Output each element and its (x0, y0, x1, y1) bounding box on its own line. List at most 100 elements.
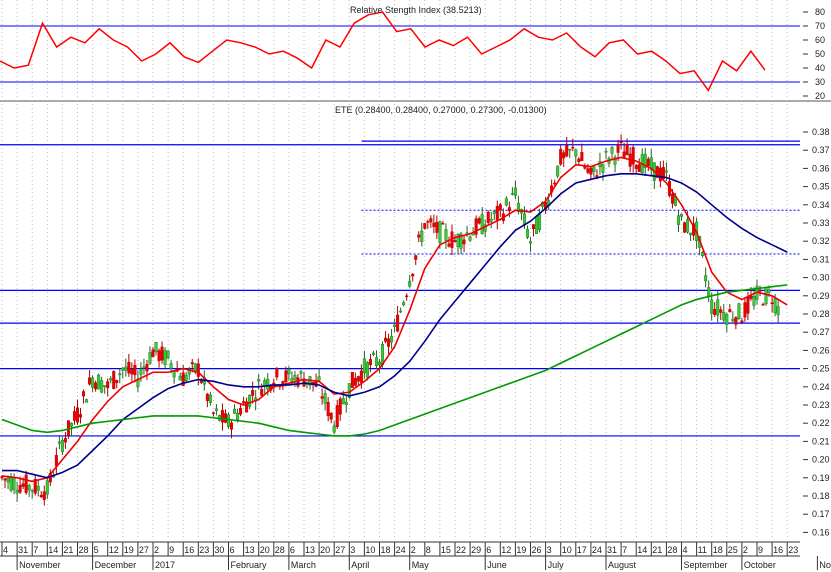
x-tick-label: 21 (63, 545, 73, 555)
candle-up (60, 440, 64, 452)
month-label: May (412, 560, 430, 570)
x-tick-label: 14 (48, 545, 58, 555)
x-tick-label: 19 (124, 545, 134, 555)
candle-up (525, 229, 529, 238)
candle-down (296, 377, 300, 387)
candle-down (532, 224, 536, 230)
candle-down (486, 211, 490, 223)
candle-down (75, 407, 79, 423)
candle-down (758, 289, 762, 292)
candle-down (429, 218, 433, 223)
candle-down (498, 204, 502, 211)
candle-up (510, 193, 514, 195)
candle-up (208, 394, 212, 403)
x-tick-label: 6 (486, 545, 491, 555)
price-tick-label: 0.20 (812, 455, 830, 465)
rsi-tick-label: 30 (815, 77, 825, 87)
candle-down (646, 158, 650, 166)
x-tick-label: 13 (305, 545, 315, 555)
candle-down (761, 304, 765, 306)
x-tick-label: 28 (275, 545, 285, 555)
x-tick-label: 29 (471, 545, 481, 555)
candle-down (205, 393, 209, 401)
price-tick-label: 0.23 (812, 400, 830, 410)
candle-up (689, 232, 693, 236)
chart-canvas: 4 31 7 14 21 28 5 12 19 27 2 9 16 23 30 6 13 20 28 6 13 20 27 3… (0, 0, 831, 570)
x-tick-label: 2 (411, 545, 416, 555)
candle-down (734, 317, 738, 325)
candle-up (166, 350, 170, 359)
x-tick-label: 17 (577, 545, 587, 555)
candle-down (72, 411, 76, 421)
x-tick-label: 30 (214, 545, 224, 555)
x-tick-label: 7 (622, 545, 627, 555)
candle-down (329, 412, 333, 420)
candle-down (447, 243, 451, 247)
candle-down (63, 438, 67, 443)
candle-up (124, 366, 128, 371)
candle-down (577, 158, 581, 162)
candle-up (378, 361, 382, 366)
candle-up (154, 341, 158, 353)
candle-up (248, 394, 252, 407)
candle-down (580, 152, 584, 162)
x-tick-label: 18 (381, 545, 391, 555)
x-tick-label: 26 (532, 545, 542, 555)
month-label: 2017 (155, 560, 175, 570)
candle-up (592, 166, 596, 172)
candle-down (211, 412, 215, 414)
candle-down (338, 398, 342, 415)
candle-down (637, 164, 641, 172)
candle-down (145, 363, 149, 372)
price-tick-label: 0.34 (812, 200, 830, 210)
candle-down (571, 146, 575, 149)
candle-up (444, 229, 448, 241)
candle-down (190, 362, 194, 364)
x-tick-label: 2 (743, 545, 748, 555)
candle-down (115, 379, 119, 383)
x-tick-label: 27 (335, 545, 345, 555)
candle-down (616, 144, 620, 153)
candle-down (423, 223, 427, 229)
candle-up (148, 352, 152, 364)
candle-up (504, 198, 508, 206)
candle-down (625, 144, 629, 155)
price-tick-label: 0.25 (812, 364, 830, 374)
rsi-tick-label: 40 (815, 63, 825, 73)
x-tick-label: 12 (109, 545, 119, 555)
candle-down (3, 478, 7, 481)
candle-up (420, 230, 424, 242)
stock-chart: 4 31 7 14 21 28 5 12 19 27 2 9 16 23 30 6 13 20 28 6 13 20 27 3… (0, 0, 831, 572)
rsi-tick-label: 80 (815, 7, 825, 17)
rsi-tick-label: 20 (815, 91, 825, 101)
candle-up (139, 368, 143, 375)
candle-up (118, 373, 122, 376)
candle-down (326, 401, 330, 417)
x-tick-label: 25 (728, 545, 738, 555)
candle-up (30, 489, 34, 492)
x-tick-label: 20 (320, 545, 330, 555)
candle-up (402, 302, 406, 306)
x-tick-label: 9 (758, 545, 763, 555)
candle-down (728, 309, 732, 313)
x-tick-label: 6 (230, 545, 235, 555)
candle-down (24, 474, 28, 493)
candle-down (127, 361, 131, 374)
candle-up (266, 379, 270, 390)
candle-down (586, 168, 590, 173)
candle-up (178, 375, 182, 381)
candle-up (12, 478, 16, 490)
candle-up (408, 280, 412, 287)
candle-up (57, 441, 61, 444)
x-tick-label: 18 (713, 545, 723, 555)
price-tick-label: 0.32 (812, 236, 830, 246)
candle-down (396, 314, 400, 332)
candle-up (680, 213, 684, 217)
rsi-title: Relative Stength Index (38.5213) (350, 5, 482, 15)
candle-down (54, 455, 58, 467)
candle-up (764, 287, 768, 305)
x-tick-label: 19 (516, 545, 526, 555)
candle-up (214, 408, 218, 411)
month-label: September (684, 560, 728, 570)
candle-down (426, 221, 430, 223)
